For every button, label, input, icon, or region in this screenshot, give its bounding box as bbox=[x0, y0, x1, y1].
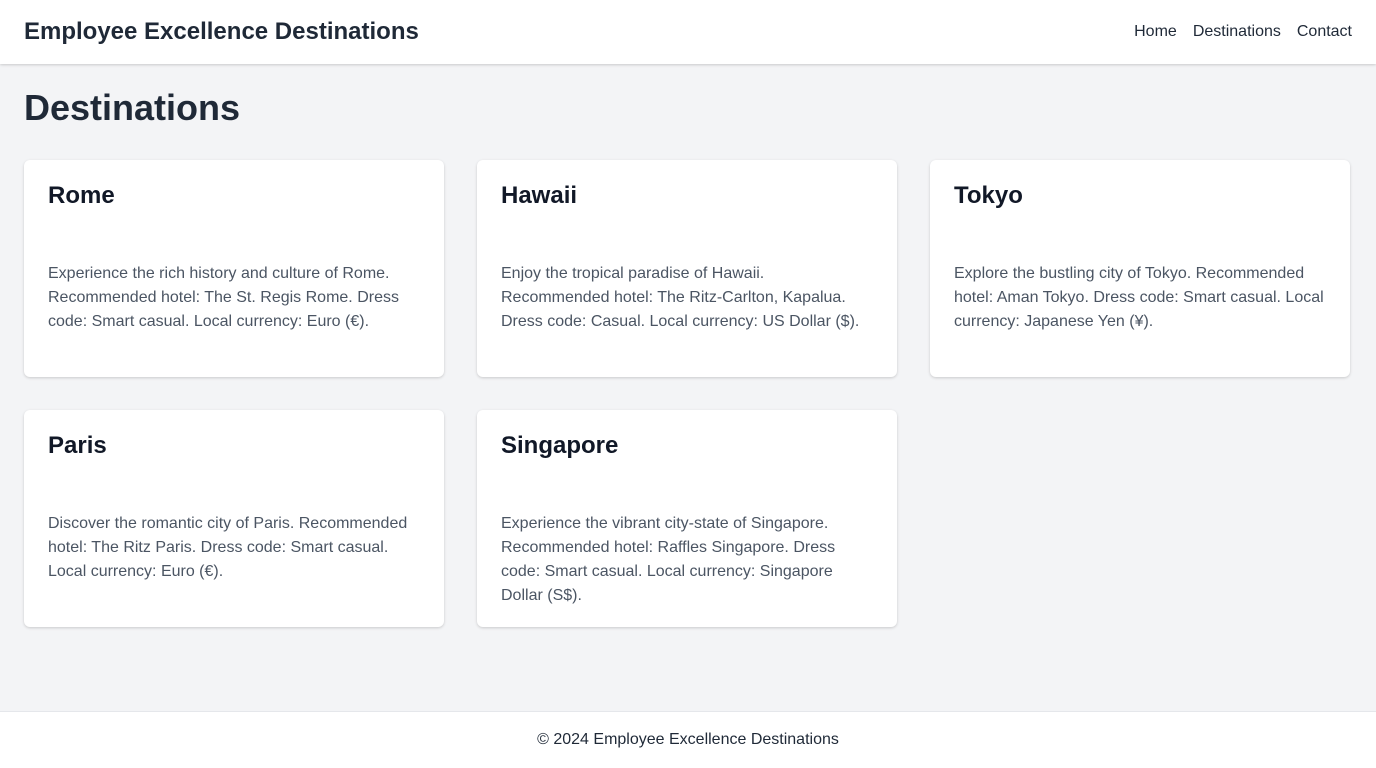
destination-card-hawaii[interactable]: Hawaii Enjoy the tropical paradise of Ha… bbox=[477, 160, 897, 377]
destination-card-paris[interactable]: Paris Discover the romantic city of Pari… bbox=[24, 410, 444, 627]
page-title: Destinations bbox=[24, 87, 241, 128]
nav-link-home[interactable]: Home bbox=[1134, 23, 1177, 41]
destination-card-singapore[interactable]: Singapore Experience the vibrant city-st… bbox=[477, 410, 897, 627]
destination-title: Tokyo bbox=[954, 182, 1023, 209]
footer-copyright: © 2024 Employee Excellence Destinations bbox=[537, 731, 839, 748]
destination-description: Experience the vibrant city-state of Sin… bbox=[501, 515, 836, 604]
site-footer: © 2024 Employee Excellence Destinations bbox=[0, 711, 1376, 768]
nav-link-destinations[interactable]: Destinations bbox=[1193, 23, 1281, 41]
destination-description: Discover the romantic city of Paris. Rec… bbox=[48, 515, 408, 580]
site-brand[interactable]: Employee Excellence Destinations bbox=[24, 18, 419, 46]
destination-card-tokyo[interactable]: Tokyo Explore the bustling city of Tokyo… bbox=[930, 160, 1350, 377]
destination-description: Experience the rich history and culture … bbox=[48, 265, 399, 330]
destination-title: Rome bbox=[48, 182, 115, 209]
destination-title: Singapore bbox=[501, 432, 619, 459]
main-content: Destinations Rome Experience the rich hi… bbox=[0, 64, 1376, 627]
destinations-grid: Rome Experience the rich history and cul… bbox=[24, 160, 1352, 627]
site-header: Employee Excellence Destinations Home De… bbox=[0, 0, 1376, 64]
destination-title: Paris bbox=[48, 432, 107, 459]
destination-description: Enjoy the tropical paradise of Hawaii. R… bbox=[501, 265, 860, 330]
destination-title: Hawaii bbox=[501, 182, 578, 209]
main-nav: Home Destinations Contact bbox=[1134, 23, 1352, 41]
nav-link-contact[interactable]: Contact bbox=[1297, 23, 1352, 41]
destination-description: Explore the bustling city of Tokyo. Reco… bbox=[954, 265, 1324, 330]
destination-card-rome[interactable]: Rome Experience the rich history and cul… bbox=[24, 160, 444, 377]
